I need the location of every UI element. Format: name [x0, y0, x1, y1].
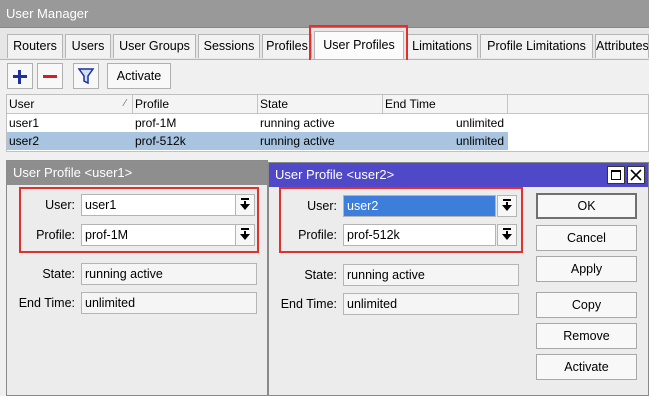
tab-attributes[interactable]: Attributes: [595, 34, 649, 58]
tab-strip: Routers Users User Groups Sessions Profi…: [0, 25, 649, 62]
remove-button[interactable]: [37, 63, 63, 89]
remove-button[interactable]: Remove: [536, 323, 637, 349]
user-profiles-table: User ⁄ Profile State End Time user1 prof…: [6, 94, 649, 152]
tab-sessions[interactable]: Sessions: [198, 34, 260, 58]
tab-routers[interactable]: Routers: [7, 34, 63, 58]
column-header-profile[interactable]: Profile: [133, 95, 258, 114]
state-field: running active: [81, 263, 257, 285]
column-header-user[interactable]: User ⁄: [7, 95, 133, 114]
filter-icon: [77, 68, 95, 85]
cell-end-time: unlimited: [455, 116, 504, 130]
column-header-filler: [508, 95, 648, 114]
user-label: User:: [45, 198, 75, 212]
tab-users[interactable]: Users: [65, 34, 111, 58]
table-row[interactable]: user2 prof-512k running active unlimited: [7, 132, 648, 150]
end-time-field: unlimited: [81, 292, 257, 314]
cell-state: running active: [260, 116, 335, 130]
profile-label: Profile:: [36, 228, 75, 242]
cell-user: user1: [9, 116, 40, 130]
filter-button[interactable]: [73, 63, 99, 89]
cell-profile: prof-512k: [135, 134, 186, 148]
cell-state: running active: [260, 134, 335, 148]
cell-profile: prof-1M: [135, 116, 177, 130]
minus-icon: [43, 75, 57, 78]
user-select[interactable]: user2: [343, 195, 496, 217]
user-dropdown-button[interactable]: [235, 194, 255, 216]
close-icon[interactable]: [627, 166, 645, 184]
user-label: User:: [307, 199, 337, 213]
copy-button[interactable]: Copy: [536, 292, 637, 318]
profile-select[interactable]: prof-1M: [81, 224, 236, 246]
user-dropdown-button[interactable]: [497, 195, 517, 217]
state-label: State:: [42, 267, 75, 281]
column-header-end-time[interactable]: End Time: [383, 95, 508, 114]
column-header-state[interactable]: State: [258, 95, 383, 114]
tab-user-groups[interactable]: User Groups: [113, 34, 196, 58]
dialog-title[interactable]: User Profile <user2>: [269, 163, 648, 187]
state-field: running active: [343, 264, 519, 286]
profile-dropdown-button[interactable]: [235, 224, 255, 246]
window-title: User Manager: [0, 0, 649, 28]
user-select[interactable]: user1: [81, 194, 236, 216]
state-label: State:: [304, 268, 337, 282]
maximize-icon[interactable]: [607, 166, 625, 184]
user-profile-dialog-user1: User Profile <user1> User: user1 Profile…: [6, 160, 268, 396]
profile-select[interactable]: prof-512k: [343, 224, 496, 246]
sort-indicator-icon: ⁄: [124, 98, 126, 109]
tab-profiles[interactable]: Profiles: [262, 34, 312, 58]
toolbar: Activate: [0, 60, 649, 92]
apply-button[interactable]: Apply: [536, 256, 637, 282]
tab-user-profiles[interactable]: User Profiles: [314, 31, 404, 59]
end-time-label: End Time:: [18, 296, 75, 310]
end-time-label: End Time:: [280, 297, 337, 311]
cell-end-time: unlimited: [383, 132, 508, 150]
cell-user: user2: [9, 134, 40, 148]
activate-button[interactable]: Activate: [536, 354, 637, 380]
profile-dropdown-button[interactable]: [497, 224, 517, 246]
profile-label: Profile:: [298, 228, 337, 242]
tab-profile-limitations[interactable]: Profile Limitations: [480, 34, 593, 58]
end-time-field: unlimited: [343, 293, 519, 315]
table-row[interactable]: user1 prof-1M running active unlimited: [7, 114, 648, 132]
activate-toolbar-button[interactable]: Activate: [107, 63, 171, 89]
cancel-button[interactable]: Cancel: [536, 225, 637, 251]
add-button[interactable]: [7, 63, 33, 89]
tab-limitations[interactable]: Limitations: [406, 34, 478, 58]
ok-button[interactable]: OK: [536, 193, 637, 219]
dialog-title[interactable]: User Profile <user1>: [7, 161, 267, 185]
